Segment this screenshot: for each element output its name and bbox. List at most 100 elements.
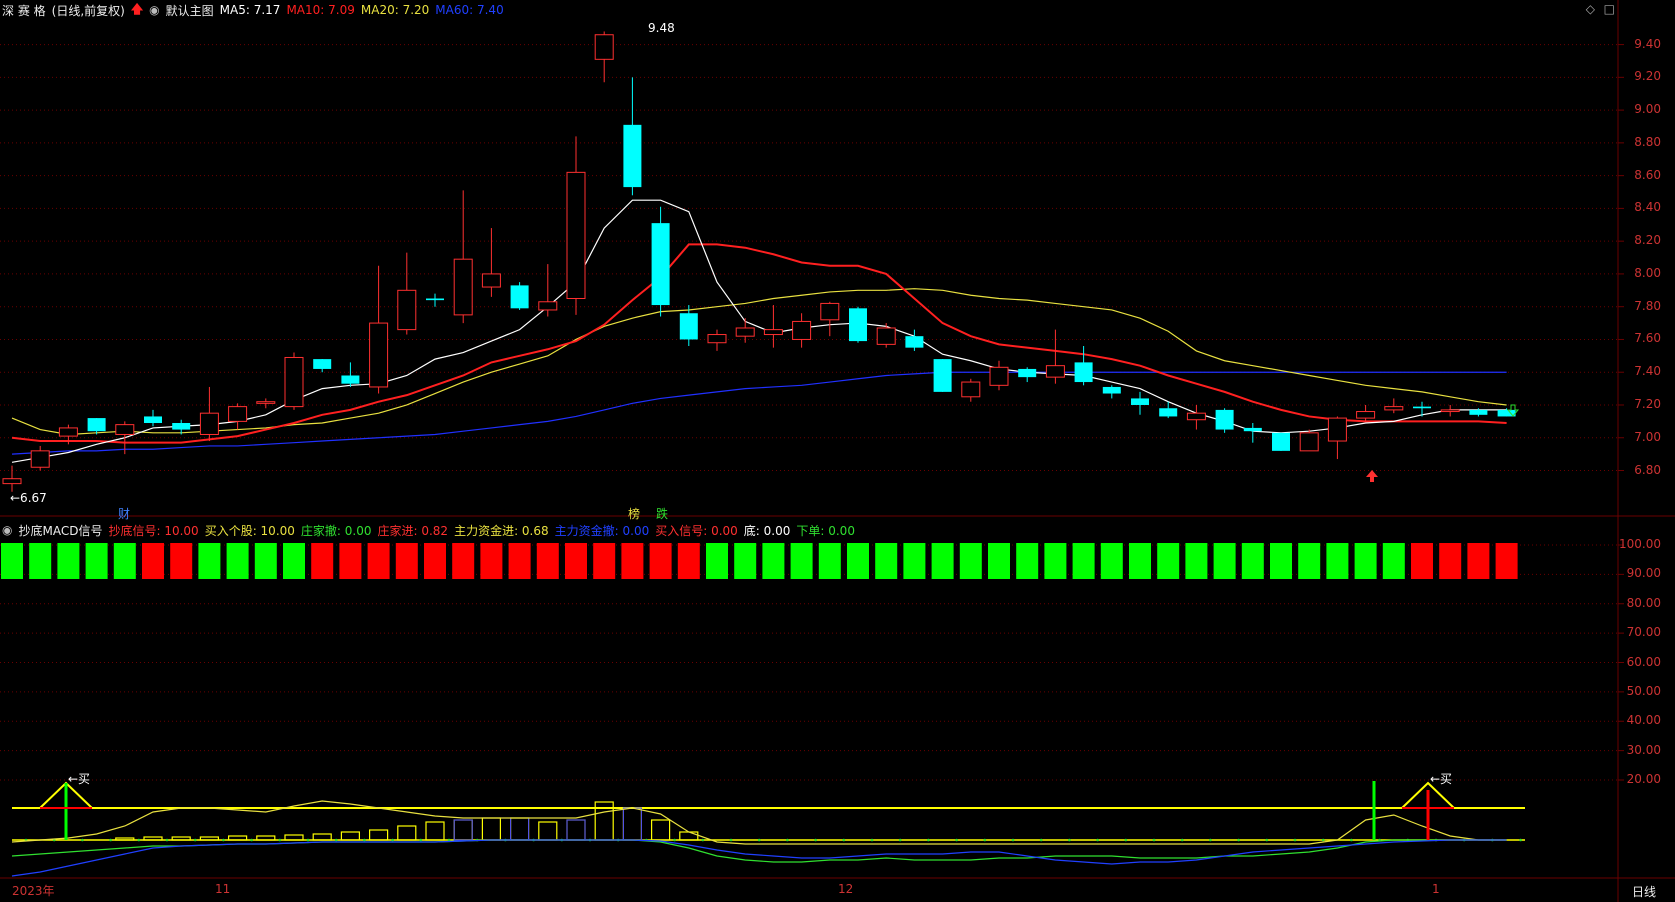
signal-block xyxy=(170,543,193,579)
candle-body-up xyxy=(1327,417,1347,442)
signal-block xyxy=(734,543,757,579)
candle-body-up xyxy=(707,334,727,344)
zero-dot xyxy=(278,838,282,842)
oscillator-box xyxy=(679,831,699,841)
oscillator-box-blue xyxy=(622,807,642,841)
candle-body-up xyxy=(594,34,614,60)
price-tick-label: 9.00 xyxy=(1634,102,1661,117)
signal-block xyxy=(790,543,813,579)
zero-dot xyxy=(1237,838,1240,842)
zero-dot xyxy=(334,838,338,842)
candle-body-down xyxy=(144,416,162,424)
main-chart[interactable] xyxy=(0,0,1675,902)
candle-body-up xyxy=(1356,411,1376,419)
indicator-value-6: 买入信号: 0.00 xyxy=(655,523,738,538)
candle-body-up xyxy=(1299,432,1319,452)
signal-block xyxy=(875,543,898,579)
candle-body-down xyxy=(313,359,332,369)
zero-dot xyxy=(927,838,930,842)
candle-body-up xyxy=(1384,406,1404,411)
signal-block xyxy=(847,543,869,579)
zero-dot xyxy=(729,838,733,842)
candle-body-up xyxy=(961,381,981,398)
signal-block xyxy=(677,543,700,579)
zero-dot xyxy=(898,838,902,842)
signal-block xyxy=(254,543,277,579)
signal-block xyxy=(988,543,1010,579)
zero-dot xyxy=(250,838,253,842)
price-tick-label: 9.40 xyxy=(1634,36,1661,51)
price-tick-label: 8.60 xyxy=(1634,167,1661,182)
indicator-value-2: 庄家撤: 0.00 xyxy=(300,523,372,538)
oscillator-box xyxy=(481,817,501,841)
candle-body-up xyxy=(1186,412,1206,421)
signal-block xyxy=(621,543,644,579)
indicator-value-1: 买入个股: 10.00 xyxy=(204,523,295,538)
signal-block xyxy=(1072,543,1095,579)
signal-block xyxy=(452,543,475,579)
zero-dot xyxy=(137,838,141,842)
zero-dot xyxy=(1265,838,1269,842)
signal-block xyxy=(424,543,446,579)
indicator-value-7: 底: 0.00 xyxy=(743,523,791,538)
indicator-value-3: 庄家进: 0.82 xyxy=(377,523,449,538)
candle-body-up xyxy=(763,329,783,336)
signal-block xyxy=(198,543,221,579)
signal-block xyxy=(1270,543,1292,579)
zero-dot xyxy=(1096,838,1099,842)
signal-block xyxy=(1298,543,1321,579)
indicator-name[interactable]: 抄底MACD信号 xyxy=(18,522,102,539)
indicator-tick-label: 20.00 xyxy=(1626,772,1661,786)
signal-block xyxy=(1157,543,1180,579)
indicator-value-0: 抄底信号: 10.00 xyxy=(108,523,199,538)
candle-body-down xyxy=(1159,408,1178,417)
signal-block xyxy=(1213,543,1236,579)
oscillator-box xyxy=(538,821,558,841)
price-tick-label: 6.80 xyxy=(1634,462,1661,477)
zero-dot xyxy=(1152,838,1156,842)
date-label-year: 2023年 xyxy=(12,884,55,898)
date-label-dec: 12 xyxy=(838,882,854,896)
signal-block xyxy=(480,543,503,579)
candle-body-up xyxy=(989,366,1009,386)
candle-body-up xyxy=(820,302,840,321)
candle-body-down xyxy=(905,336,924,348)
indicator-tick-label: 30.00 xyxy=(1626,742,1661,757)
oscillator-box xyxy=(312,833,332,841)
oscillator-box-blue xyxy=(510,817,530,841)
oscillator-box-blue xyxy=(453,819,473,841)
oscillator-box xyxy=(199,836,219,841)
zero-dot xyxy=(842,838,846,842)
zero-dot xyxy=(81,838,84,842)
signal-block xyxy=(1411,543,1433,579)
signal-block xyxy=(508,543,531,579)
oscillator-box-blue xyxy=(566,819,586,841)
zero-dot xyxy=(983,838,987,842)
high-price-label: 9.48 xyxy=(648,21,675,35)
signal-block xyxy=(931,543,954,579)
signal-block xyxy=(367,543,390,579)
buy-label-left: ←买 xyxy=(68,772,91,786)
period-button[interactable]: 日线 xyxy=(1632,883,1656,900)
zero-dot xyxy=(1068,838,1071,842)
zero-dot xyxy=(1124,838,1128,842)
candle-body-up xyxy=(284,356,304,408)
zero-dot xyxy=(391,838,394,842)
oscillator-box xyxy=(566,819,586,841)
signal-block xyxy=(1129,543,1151,579)
zero-dot xyxy=(165,838,169,842)
zero-dot xyxy=(757,838,761,842)
zero-dot xyxy=(786,838,789,842)
signal-block xyxy=(226,543,249,579)
zero-dot xyxy=(870,838,874,842)
signal-block xyxy=(339,543,362,579)
candle-body-down xyxy=(849,308,867,342)
candle-body-down xyxy=(426,298,444,301)
candle-body-up xyxy=(256,401,276,404)
candle-body-up xyxy=(876,327,896,345)
oscillator-box xyxy=(369,829,389,841)
signal-block xyxy=(1354,543,1377,579)
candle-body-down xyxy=(933,359,952,392)
settings-icon[interactable]: ◉ xyxy=(2,523,12,537)
candle-body-up xyxy=(792,320,812,340)
